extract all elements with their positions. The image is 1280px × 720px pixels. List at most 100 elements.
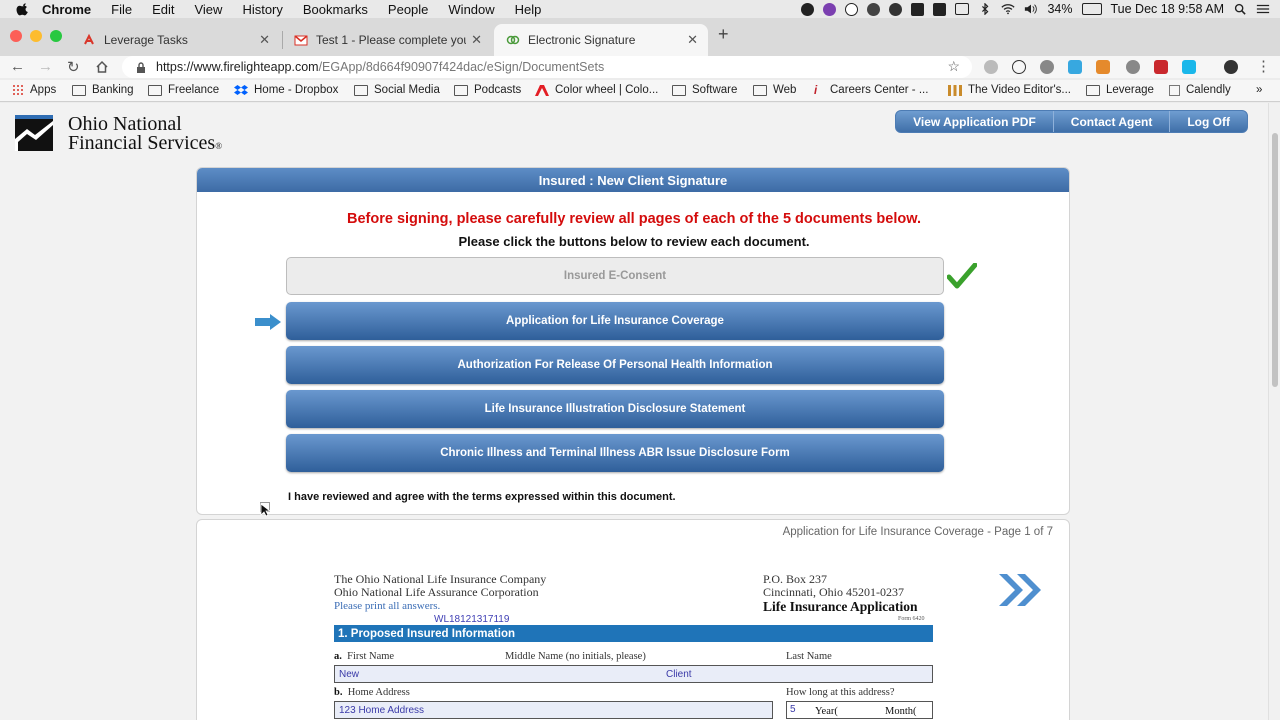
menu-bookmarks[interactable]: Bookmarks: [303, 2, 368, 17]
profile-avatar[interactable]: [1224, 60, 1238, 74]
bookmark-apps[interactable]: Apps: [12, 84, 56, 96]
home-address-label: Home Address: [347, 687, 410, 698]
home-address-field[interactable]: 123 Home Address: [334, 701, 773, 719]
document-preview: Application for Life Insurance Coverage …: [196, 519, 1070, 720]
bookmarks-overflow-icon[interactable]: »: [1256, 84, 1262, 96]
tab-title: Test 1 - Please complete your e: [316, 33, 466, 47]
back-icon[interactable]: ←: [10, 58, 25, 75]
mega-icon[interactable]: [911, 2, 925, 16]
log-off-button[interactable]: Log Off: [1169, 111, 1247, 132]
text-icon[interactable]: [933, 2, 947, 16]
lock-icon[interactable]: [136, 61, 146, 73]
extension-icon[interactable]: [1096, 60, 1110, 74]
chrome-menu-icon[interactable]: ⋮: [1256, 57, 1271, 75]
tray-app-icon[interactable]: [801, 2, 815, 16]
clock[interactable]: Tue Dec 18 9:58 AM: [1111, 2, 1225, 16]
extension-icon[interactable]: [1040, 60, 1054, 74]
close-window-button[interactable]: [10, 30, 22, 42]
home-icon[interactable]: [95, 60, 109, 74]
creative-cloud-icon[interactable]: [867, 2, 881, 16]
bookmark-label: Calendly: [1186, 84, 1231, 96]
close-tab-icon[interactable]: ✕: [259, 32, 270, 48]
contact-agent-button[interactable]: Contact Agent: [1052, 111, 1170, 132]
tab-electronic-signature[interactable]: Electronic Signature ✕: [494, 24, 708, 56]
menu-file[interactable]: File: [111, 2, 132, 17]
tab-title: Leverage Tasks: [104, 33, 188, 47]
airplay-icon[interactable]: [955, 3, 970, 15]
review-warning: Before signing, please carefully review …: [347, 211, 921, 227]
minimize-window-button[interactable]: [30, 30, 42, 42]
tab-leverage-tasks[interactable]: Leverage Tasks ✕: [70, 24, 280, 56]
cloud-icon[interactable]: [889, 2, 903, 16]
bookmark-leverage[interactable]: Leverage: [1086, 84, 1154, 96]
info-icon[interactable]: [845, 2, 859, 16]
mouse-cursor-icon: [260, 503, 270, 517]
bookmark-social-media[interactable]: Social Media: [354, 84, 440, 96]
page-viewport: Ohio National Financial Services® View A…: [0, 103, 1268, 720]
name-field[interactable]: New Client: [334, 665, 933, 683]
scrollbar-thumb[interactable]: [1272, 133, 1278, 387]
info-extension-icon[interactable]: [1012, 60, 1026, 74]
macos-menu-bar: Chrome File Edit View History Bookmarks …: [0, 0, 1280, 18]
bookmark-freelance[interactable]: Freelance: [148, 84, 219, 96]
top-navigation: View Application PDF Contact Agent Log O…: [895, 110, 1248, 133]
bookmark-web[interactable]: Web: [753, 84, 796, 96]
close-tab-icon[interactable]: ✕: [687, 32, 698, 48]
menu-view[interactable]: View: [194, 2, 222, 17]
menu-people[interactable]: People: [388, 2, 428, 17]
vimeo-extension-icon[interactable]: [1068, 60, 1082, 74]
tab-gmail[interactable]: Test 1 - Please complete your e ✕: [282, 24, 492, 56]
wifi-icon[interactable]: [1001, 3, 1016, 15]
next-page-icon[interactable]: [997, 572, 1043, 608]
bookmark-calendly[interactable]: Calendly: [1169, 84, 1231, 96]
doc-button-authorization[interactable]: Authorization For Release Of Personal He…: [286, 346, 944, 384]
menu-history[interactable]: History: [242, 2, 282, 17]
month-label: Month(: [885, 706, 917, 717]
menu-help[interactable]: Help: [515, 2, 542, 17]
bookmark-color-wheel[interactable]: Color wheel | Colo...: [535, 84, 658, 96]
page-scrollbar[interactable]: [1268, 103, 1280, 720]
current-document-arrow-icon: [255, 314, 281, 330]
bookmark-podcasts[interactable]: Podcasts: [454, 84, 521, 96]
bookmark-star-icon[interactable]: ☆: [947, 58, 960, 75]
bookmark-label: The Video Editor's...: [968, 84, 1071, 96]
forward-icon[interactable]: →: [38, 58, 53, 75]
zoom-window-button[interactable]: [50, 30, 62, 42]
doc-button-illustration-disclosure[interactable]: Life Insurance Illustration Disclosure S…: [286, 390, 944, 428]
volume-icon[interactable]: [1024, 3, 1038, 15]
notification-center-icon[interactable]: [1256, 3, 1270, 15]
bookmark-software[interactable]: Software: [672, 84, 737, 96]
doc-button-chronic-illness[interactable]: Chronic Illness and Terminal Illness ABR…: [286, 434, 944, 472]
last-name-label: Last Name: [786, 651, 832, 662]
battery-icon[interactable]: [1081, 3, 1102, 15]
reload-icon[interactable]: ↻: [67, 58, 80, 76]
print-note: Please print all answers.: [334, 600, 441, 612]
menu-edit[interactable]: Edit: [152, 2, 174, 17]
doc-button-application[interactable]: Application for Life Insurance Coverage: [286, 302, 944, 340]
tray-app-icon[interactable]: [823, 2, 837, 16]
first-name-value: New: [339, 669, 360, 680]
cloud-extension-icon[interactable]: [984, 60, 998, 74]
menu-app-name[interactable]: Chrome: [42, 2, 91, 17]
vimeo-icon[interactable]: [1182, 60, 1196, 74]
years-at-address-field[interactable]: 5 Year( Month(: [786, 701, 933, 719]
spotlight-search-icon[interactable]: [1233, 3, 1247, 15]
extension-icon[interactable]: [1126, 60, 1140, 74]
bluetooth-icon[interactable]: [978, 3, 992, 15]
close-tab-icon[interactable]: ✕: [471, 32, 482, 48]
bookmark-video-editor[interactable]: The Video Editor's...: [948, 84, 1071, 96]
bookmark-label: Careers Center - ...: [830, 84, 929, 96]
apple-icon[interactable]: [16, 2, 30, 16]
address-bar[interactable]: https://www.firelighteapp.com/EGApp/8d66…: [122, 56, 972, 78]
extension-icon[interactable]: [1154, 60, 1168, 74]
new-tab-button[interactable]: +: [718, 24, 729, 45]
bookmark-careers[interactable]: i Careers Center - ...: [814, 84, 929, 97]
bookmark-dropbox[interactable]: Home - Dropbox: [234, 84, 338, 96]
doc-button-insured-e-consent[interactable]: Insured E-Consent: [286, 257, 944, 295]
menu-bar-tray: 34% Tue Dec 18 9:58 AM: [801, 0, 1270, 18]
agree-terms-label[interactable]: I have reviewed and agree with the terms…: [288, 491, 676, 503]
folder-icon: [672, 84, 686, 96]
view-application-pdf-button[interactable]: View Application PDF: [896, 111, 1053, 132]
menu-window[interactable]: Window: [448, 2, 494, 17]
bookmark-banking[interactable]: Banking: [72, 84, 134, 96]
